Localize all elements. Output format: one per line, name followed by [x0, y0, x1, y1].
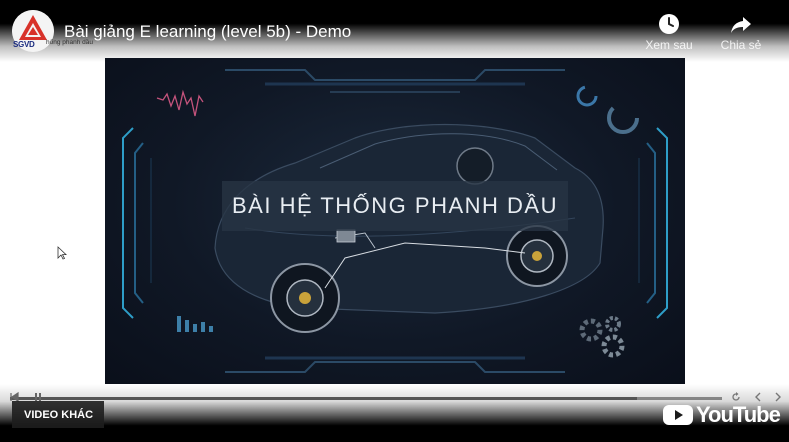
clock-icon	[659, 14, 679, 34]
watch-later-label: Xem sau	[645, 38, 693, 52]
share-arrow-icon	[731, 17, 751, 33]
share-label: Chia sẻ	[720, 38, 762, 52]
slide-title: BÀI HỆ THỐNG PHANH DẦU	[232, 193, 558, 218]
channel-logo-text: SGVD	[13, 40, 35, 49]
slide-title-box: BÀI HỆ THỐNG PHANH DẦU	[222, 181, 568, 231]
watch-later-button[interactable]: Xem sau	[634, 12, 704, 52]
youtube-brand-label: YouTube	[696, 402, 781, 427]
more-videos-label[interactable]: VIDEO KHÁC	[24, 409, 93, 421]
mouse-cursor-icon	[57, 246, 67, 260]
youtube-play-icon	[663, 405, 693, 425]
video-title[interactable]: Bài giảng E learning (level 5b) - Demo	[64, 22, 351, 42]
share-button[interactable]: Chia sẻ	[706, 12, 776, 52]
progress-bar-fill	[10, 397, 637, 400]
video-frame[interactable]: BÀI HỆ THỐNG PHANH DẦU	[105, 58, 685, 384]
youtube-logo-button[interactable]: YouTube	[662, 401, 781, 429]
